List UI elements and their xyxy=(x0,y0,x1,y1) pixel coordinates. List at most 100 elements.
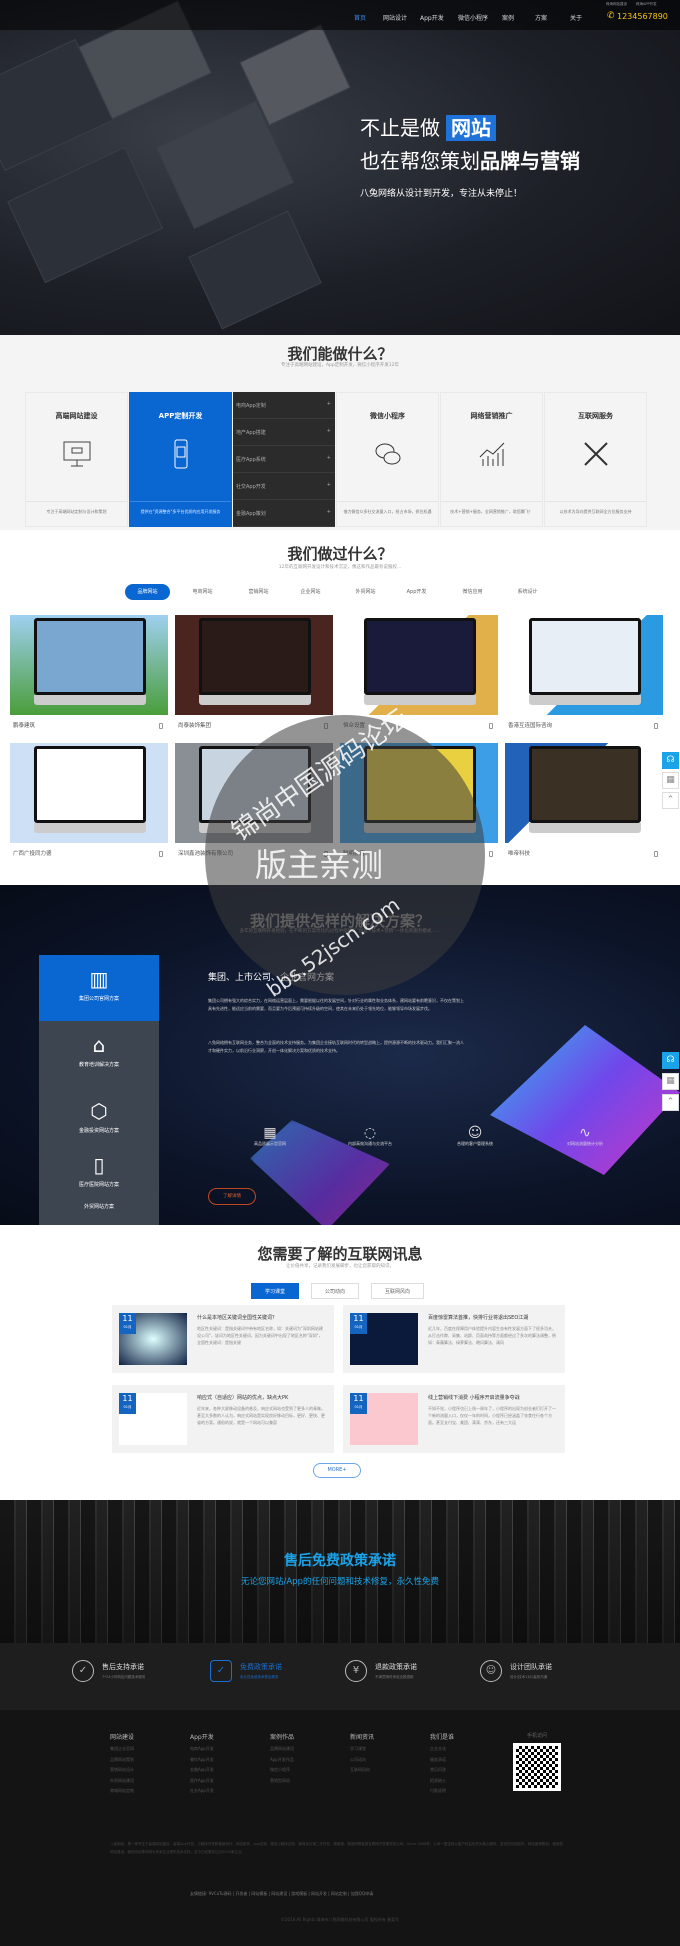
friend-link[interactable]: 游戏模板 xyxy=(291,1891,307,1896)
service-internet[interactable]: 互联网服务 以技术为导向提供互联网全方位服务支持 xyxy=(544,392,647,527)
footer-link[interactable]: 外贸网站建设 xyxy=(110,1778,180,1789)
friend-link[interactable]: 9VCaTu源码 xyxy=(209,1891,232,1896)
tab-marketing[interactable]: 营销网站 xyxy=(236,584,281,600)
news-title[interactable]: 响应式（自适应）网站的优点，缺点大PK xyxy=(197,1394,288,1401)
solution-nav-education[interactable]: ⌂ 教育培训解决方案 xyxy=(39,1021,159,1087)
friend-link[interactable]: 加我QQ申请 xyxy=(351,1891,373,1896)
submenu-item[interactable]: 社交App开发 + xyxy=(233,473,335,500)
qrcode-icon[interactable]: ▦ xyxy=(662,772,679,789)
nav-miniprogram[interactable]: 微信小程序 xyxy=(458,13,488,22)
submenu-item[interactable]: 电商App定制 + xyxy=(233,392,335,419)
footer-link[interactable]: 品牌网站建设 xyxy=(270,1746,340,1757)
mobile-icon[interactable] xyxy=(159,723,163,729)
footer-column-title: 网站建设 xyxy=(110,1734,135,1741)
tab-app[interactable]: App开发 xyxy=(394,584,439,600)
service-app[interactable]: APP定制开发 提供在"资源整合"多平台优质的应用开发服务 xyxy=(129,392,232,527)
footer-link[interactable]: 互联网风向 xyxy=(350,1767,420,1778)
more-button[interactable]: MORE+ xyxy=(313,1463,361,1478)
footer-link[interactable]: 学习课堂 xyxy=(350,1746,420,1757)
news-card[interactable]: 11 01月 线上营销线下消费 小程序开启流量争夺战 不知不觉，小程序也已上线一周年了… xyxy=(343,1385,565,1453)
tab-wechat[interactable]: 微信应用 xyxy=(450,584,495,600)
footer-link[interactable]: 商城网站定制 xyxy=(110,1788,180,1799)
news-title: 您需要了解的互联网讯息 xyxy=(257,1245,423,1263)
friend-link[interactable]: 开发者 xyxy=(235,1891,247,1896)
services-section: 我们能做什么？ 专注于高端网站建设，App定制开发，微信小程序开发12年 高端网… xyxy=(0,335,680,530)
nav-solutions[interactable]: 方案 xyxy=(535,13,547,22)
tab-brand[interactable]: 品牌网站 xyxy=(125,584,170,600)
learn-more-button[interactable]: 了解详情 xyxy=(208,1188,256,1205)
tab-foreign-trade[interactable]: 外贸网站 xyxy=(343,584,388,600)
banner-subtitle: 无论您网站/App的任何问题和技术修复，永久性免费 xyxy=(241,1577,439,1587)
back-to-top-icon[interactable]: ⌃ xyxy=(662,792,679,809)
service-marketing[interactable]: 网络营销推广 技术+营销+服务，全网营销推广，助您腾飞！ xyxy=(440,392,543,527)
mobile-icon[interactable] xyxy=(489,851,493,857)
news-card[interactable]: 11 01月 什么是本地区关键词全国性关键词？ 地区性关键词：是指关键词中带有地区名称… xyxy=(112,1305,334,1373)
tab-system[interactable]: 系统设计 xyxy=(505,584,550,600)
tab-enterprise[interactable]: 企业网站 xyxy=(288,584,333,600)
back-to-top-icon[interactable]: ⌃ xyxy=(662,1094,679,1111)
news-card[interactable]: 11 01月 百度惊雷算法首推，快排行业将退出SEO江湖 近几年，百度在保障用户体验提… xyxy=(343,1305,565,1373)
nav-about[interactable]: 关于 xyxy=(570,13,582,22)
mobile-icon[interactable] xyxy=(159,851,163,857)
hero-line2: 也在帮您策划品牌与营销 xyxy=(360,149,580,173)
footer-link[interactable]: 企业文化 xyxy=(430,1746,500,1757)
nav-web-design[interactable]: 网站设计 xyxy=(383,13,407,22)
top-link-app[interactable]: 珠海APP开发 xyxy=(636,2,657,7)
news-tab-learning[interactable]: 学习课堂 xyxy=(251,1283,299,1299)
news-tab-company[interactable]: 公司动向 xyxy=(311,1283,359,1299)
submenu-item[interactable]: 医疗App系统 + xyxy=(233,446,335,473)
case-card[interactable]: 鹏泰建筑 xyxy=(10,615,168,737)
nav-home[interactable]: 首页 xyxy=(354,13,366,22)
tab-ecommerce[interactable]: 电商网站 xyxy=(180,584,225,600)
mobile-icon[interactable] xyxy=(654,851,658,857)
case-card[interactable]: 唯帝科技 xyxy=(505,743,663,865)
solution-nav-medical[interactable]: ▯ 医疗医院网站方案 xyxy=(39,1153,159,1203)
footer-link[interactable]: 付款说明 xyxy=(430,1788,500,1799)
footer-link[interactable]: 餐饮App开发 xyxy=(190,1757,260,1768)
service-web[interactable]: 高端网站建设 专注于高端网站定制与设计和策划 xyxy=(25,392,128,527)
friend-link[interactable]: 网站开发 xyxy=(311,1891,327,1896)
solution-nav-group[interactable]: ▥ 集团公司官网方案 xyxy=(39,955,159,1021)
friend-link[interactable]: 网站建设 xyxy=(271,1891,287,1896)
submenu-item[interactable]: 金融App策划 + xyxy=(233,500,335,527)
news-tab-industry[interactable]: 互联网风向 xyxy=(371,1283,424,1299)
footer-link[interactable]: 服务承诺 xyxy=(430,1757,500,1768)
service-miniprogram[interactable]: 微信小程序 借力微信众多社交流量入口，抢占市场，抓住机遇 xyxy=(336,392,439,527)
footer-link[interactable]: 常见问答 xyxy=(430,1767,500,1778)
yuan-refund-icon: ¥ xyxy=(345,1660,367,1682)
footer-link[interactable]: 金融App开发 xyxy=(190,1767,260,1778)
solution-nav-finance[interactable]: ⬡ 金融投资网站方案 xyxy=(39,1087,159,1153)
news-card[interactable]: 11 01月 响应式（自适应）网站的优点，缺点大PK 近年来，各种大屏移动设备的普及，… xyxy=(112,1385,334,1453)
footer-link[interactable]: 公司动向 xyxy=(350,1757,420,1768)
news-title[interactable]: 百度惊雷算法首推，快排行业将退出SEO江湖 xyxy=(428,1314,528,1321)
friend-link[interactable]: 网站模板 xyxy=(251,1891,267,1896)
footer-link[interactable]: 品牌网站策划 xyxy=(110,1757,180,1768)
nav-cases[interactable]: 案例 xyxy=(502,13,514,22)
footer-link[interactable]: 营销网站设计 xyxy=(110,1767,180,1778)
headset-icon[interactable]: ☊ xyxy=(662,752,679,769)
case-card[interactable]: 香港互连国际咨询 xyxy=(505,615,663,737)
nav-app[interactable]: App开发 xyxy=(420,13,444,22)
footer-link[interactable]: 社交App开发 xyxy=(190,1788,260,1799)
mobile-icon[interactable] xyxy=(489,723,493,729)
footer-link[interactable]: 医疗App开发 xyxy=(190,1778,260,1789)
case-card[interactable]: 广西广投同力德 xyxy=(10,743,168,865)
footer-link[interactable]: App开发作品 xyxy=(270,1757,340,1768)
news-title[interactable]: 线上营销线下消费 小程序开启流量争夺战 xyxy=(428,1394,520,1401)
solution-nav-foreign[interactable]: 外贸网站方案 xyxy=(39,1203,159,1225)
qr-code xyxy=(513,1743,561,1791)
qrcode-icon[interactable]: ▦ xyxy=(662,1073,679,1090)
friend-link[interactable]: 网站定制 xyxy=(331,1891,347,1896)
footer-link[interactable]: 营销型网站 xyxy=(270,1778,340,1789)
footer-link[interactable]: 电商App开发 xyxy=(190,1746,260,1757)
footer-link[interactable]: 招贤纳士 xyxy=(430,1778,500,1789)
headset-icon[interactable]: ☊ xyxy=(662,1052,679,1069)
top-link-web[interactable]: 珠海网站建设 xyxy=(606,2,627,7)
mobile-icon[interactable] xyxy=(654,723,658,729)
footer-link[interactable]: 集团企业官网 xyxy=(110,1746,180,1757)
case-thumbnail xyxy=(340,615,498,715)
footer-column-title: App开发 xyxy=(190,1734,214,1741)
footer-link[interactable]: 微信小程序 xyxy=(270,1767,340,1778)
submenu-item[interactable]: 地产App搭建 + xyxy=(233,419,335,446)
news-title[interactable]: 什么是本地区关键词全国性关键词？ xyxy=(197,1314,277,1321)
